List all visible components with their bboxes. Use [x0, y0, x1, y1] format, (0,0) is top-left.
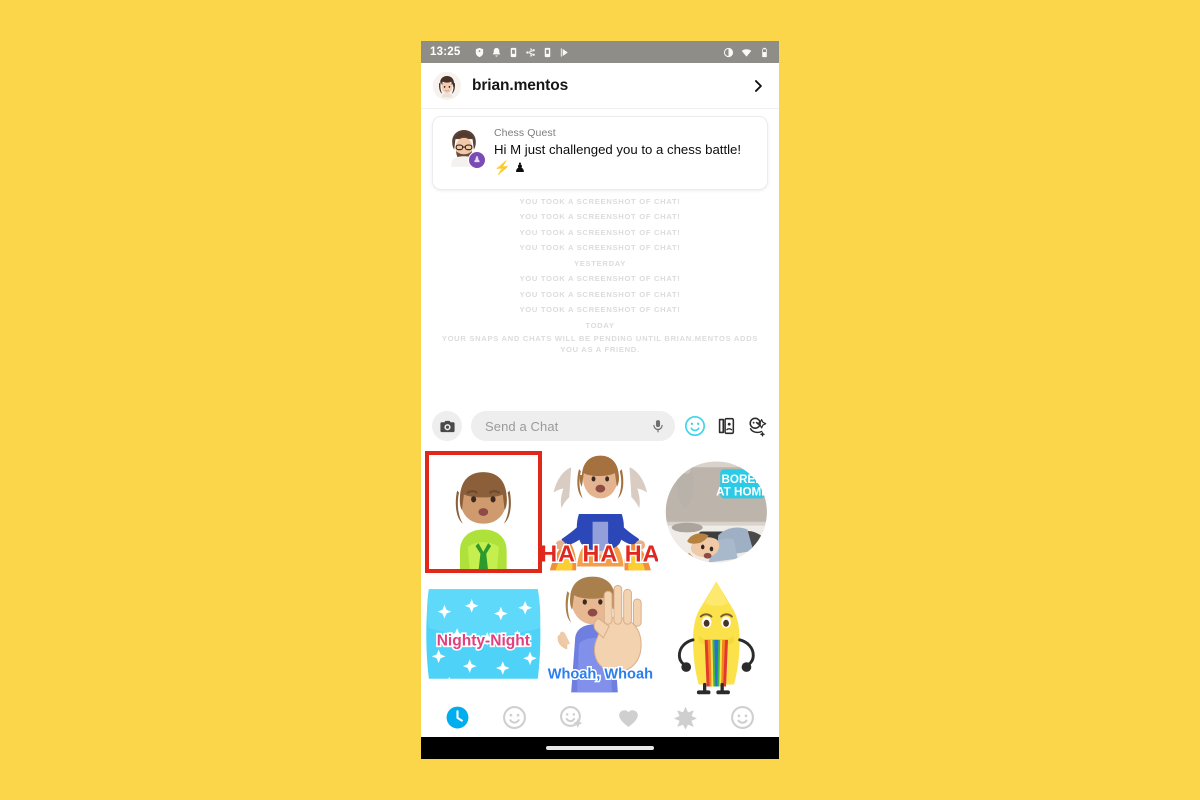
status-bar-left: 13:25	[430, 46, 723, 58]
sticker-bitmoji-bored-at-home[interactable]: BORED AT HOME	[658, 451, 775, 573]
avatar[interactable]	[433, 71, 461, 100]
phone-screen: 13:25 brian.mentos ♟ Chess Quest Hi M ju…	[421, 41, 779, 759]
notification-body: Hi M just challenged you to a chess batt…	[494, 142, 742, 175]
wifi-icon	[741, 47, 752, 58]
sticker-caption-line1: BORED	[722, 473, 764, 486]
battery-icon	[759, 47, 770, 58]
sticker-caption: Whoah, Whoah	[547, 667, 652, 683]
system-screenshot-line: YOU TOOK A SCREENSHOT OF CHAT!	[519, 305, 681, 314]
day-divider-yesterday: YESTERDAY	[573, 258, 627, 268]
page-canvas: 13:25 brian.mentos ♟ Chess Quest Hi M ju…	[0, 0, 1200, 800]
page-title: brian.mentos	[472, 76, 569, 94]
system-screenshot-line: YOU TOOK A SCREENSHOT OF CHAT!	[519, 289, 681, 299]
sticker-bitmoji-whoah-whoah[interactable]: Whoah, Whoah	[541, 573, 659, 695]
tab-smiley-star-icon[interactable]	[559, 704, 585, 730]
chat-input-bar: Send a Chat	[421, 403, 779, 449]
chat-header[interactable]: brian.mentos	[421, 63, 779, 109]
sticker-bitmoji-rainbow-puke[interactable]	[658, 573, 775, 695]
tab-smiley-icon[interactable]	[502, 704, 528, 730]
system-screenshot-line: YOU TOOK A SCREENSHOT OF CHAT!	[519, 196, 681, 206]
sticker-bitmoji-nighty-night[interactable]: Nighty-Night	[425, 573, 542, 695]
pending-friend-notice: YOUR SNAPS AND CHATS WILL BE PENDING UNT…	[441, 333, 759, 354]
status-bar-time: 13:25	[430, 46, 461, 58]
shield-icon	[474, 47, 485, 58]
tab-star-burst-icon[interactable]	[673, 704, 699, 730]
play-icon	[559, 47, 570, 58]
system-nav-bar	[421, 737, 779, 759]
notification-title: Chess Quest	[494, 127, 556, 139]
sticker-tab-bar[interactable]	[421, 697, 779, 737]
chess-badge-icon: ♟	[468, 151, 486, 169]
system-screenshot-line: YOU TOOK A SCREENSHOT OF CHAT!	[519, 274, 681, 283]
search-input[interactable]: Send a Chat	[471, 411, 675, 441]
sim-card-icon	[542, 47, 553, 58]
sticker-caption: Nighty-Night	[437, 633, 530, 650]
chess-quest-notification[interactable]: ♟ Chess Quest Hi M just challenged you t…	[432, 116, 768, 190]
tab-heart-icon[interactable]	[616, 704, 642, 730]
alarm-bell-icon	[491, 47, 502, 58]
tab-smiley-emoji-icon[interactable]	[730, 704, 756, 730]
status-bar: 13:25	[421, 41, 779, 63]
chevron-right-icon[interactable]	[751, 76, 765, 96]
status-bar-right	[723, 47, 770, 58]
do-not-disturb-icon	[723, 47, 734, 58]
sticker-bitmoji-ha-ha-ha[interactable]: HA HA HA	[541, 451, 659, 573]
sim-card-icon	[508, 47, 519, 58]
bitmoji-sticker-icon[interactable]	[746, 415, 768, 437]
camera-icon[interactable]	[432, 411, 462, 441]
conversation-area[interactable]: ♟ Chess Quest Hi M just challenged you t…	[421, 109, 779, 403]
notification-text: Chess Quest Hi M just challenged you to …	[494, 126, 756, 177]
system-screenshot-line: YOU TOOK A SCREENSHOT OF CHAT!	[519, 212, 681, 221]
microphone-icon[interactable]	[651, 417, 665, 435]
smiley-sticker-icon[interactable]	[684, 415, 706, 437]
bitmoji-bearded-avatar: ♟	[443, 126, 486, 169]
sticker-grid[interactable]: HA HA HA BORED AT HOME Nighty-Night Whoa…	[421, 449, 779, 697]
tab-recent-clock-icon[interactable]	[445, 704, 471, 730]
sticker-bitmoji-green-shirt[interactable]	[425, 451, 542, 573]
sticker-caption: HA HA HA	[542, 541, 659, 567]
system-screenshot-line: YOU TOOK A SCREENSHOT OF CHAT!	[519, 227, 681, 237]
chat-input-placeholder: Send a Chat	[485, 418, 559, 434]
sticker-caption-line2: AT HOME	[716, 485, 769, 498]
cameo-cards-icon[interactable]	[715, 415, 737, 437]
home-indicator-pill[interactable]	[546, 746, 654, 750]
bluetooth-share-icon	[525, 47, 536, 58]
system-screenshot-line: YOU TOOK A SCREENSHOT OF CHAT!	[519, 243, 681, 252]
day-divider-today: TODAY	[585, 320, 615, 330]
